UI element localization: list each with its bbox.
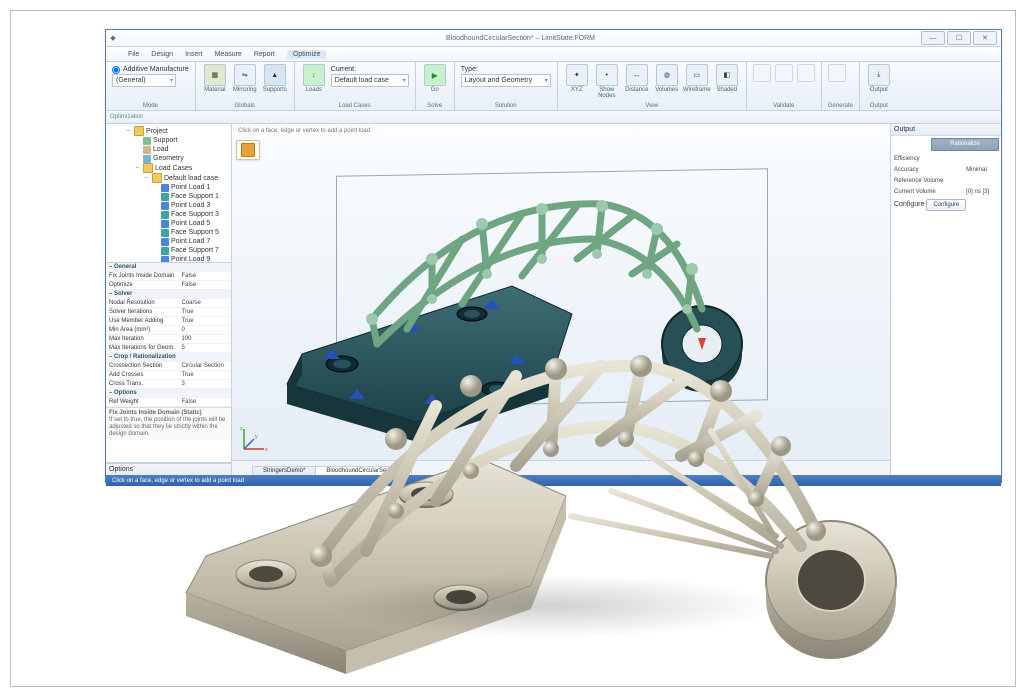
ribbon-group-loadcases: ↓Loads Current: Default load case Load C… (295, 62, 416, 110)
material-button[interactable]: ▦Material (202, 64, 228, 93)
menu-optimize[interactable]: Optimize (287, 50, 327, 59)
ribbon-group-mode: Additive Manufacture (General) Mode (106, 62, 196, 110)
property-description: Fix Joints Inside Domain (Static) If set… (106, 407, 231, 440)
view-wire-button[interactable]: ▭Wireframe (684, 64, 710, 93)
ribbon-group-solve: ▸Go Solve (416, 62, 455, 110)
tab-bloodhound[interactable]: BloodhoundCircularSection* (315, 466, 412, 475)
solution-type-dropdown[interactable]: Layout and Geometry (461, 74, 551, 87)
project-tree[interactable]: –Project SupportLoadGeometry–Load Cases–… (106, 124, 231, 262)
tab-stringers[interactable]: StringersDemo* (252, 466, 316, 475)
window-title: BloodhoundCircularSection* – LimitState:… (120, 35, 921, 42)
ribbon-group-generate: Generate (822, 62, 860, 110)
menu-design[interactable]: Design (151, 51, 173, 58)
output-button[interactable]: ⤓Output (866, 64, 892, 93)
axes-triad-icon: x z y (238, 425, 268, 455)
minimize-button[interactable]: — (921, 31, 945, 45)
mode-radio[interactable] (112, 66, 120, 74)
menu-measure[interactable]: Measure (215, 51, 242, 58)
menu-insert[interactable]: Insert (185, 51, 203, 58)
loadcase-dropdown[interactable]: Default load case (331, 74, 409, 87)
software-3d-preview (232, 144, 890, 475)
tree-item[interactable]: Support (127, 136, 231, 145)
svg-text:x: x (265, 447, 268, 453)
generate-mesh-button[interactable] (828, 64, 846, 82)
tree-item[interactable]: Geometry (127, 154, 231, 163)
menu-report[interactable]: Report (254, 51, 275, 58)
view-shaded-button[interactable]: ◧Shaded (714, 64, 740, 93)
work-area: –Project SupportLoadGeometry–Load Cases–… (106, 124, 1001, 475)
tree-item[interactable]: –Load Cases (127, 163, 231, 173)
go-button[interactable]: ▸Go (422, 64, 448, 93)
ribbon-group-globals: ▦Material ⇋Mirroring ▲Supports Globals (196, 62, 295, 110)
output-panel: Output Rationalize EfficiencyAccuracyMin… (890, 124, 1001, 475)
document-tabstrip: StringersDemo* BloodhoundCircularSection… (232, 460, 890, 475)
app-icon: ◆ (106, 34, 120, 42)
view-xyz-button[interactable]: ✦XYZ (564, 64, 590, 93)
tree-item[interactable]: Point Load 7 (145, 237, 231, 246)
viewport-hint: Click on a face, edge or vertex to add a… (238, 128, 370, 134)
ribbon: Additive Manufacture (General) Mode ▦Mat… (106, 62, 1001, 111)
view-nodes-button[interactable]: •Show Nodes (594, 64, 620, 99)
configure-button[interactable]: Configure (926, 199, 966, 211)
viewport-canvas[interactable]: Click on a face, edge or vertex to add a… (232, 124, 890, 475)
tree-item[interactable]: Point Load 3 (145, 201, 231, 210)
tree-item[interactable]: Point Load 5 (145, 219, 231, 228)
view-volumes-button[interactable]: ◍Volumes (654, 64, 680, 93)
tree-item[interactable]: Face Support 1 (145, 192, 231, 201)
title-bar: ◆ BloodhoundCircularSection* – LimitStat… (106, 30, 1001, 47)
view-distance-button[interactable]: ↔Distance (624, 64, 650, 93)
ribbon-group-validate: Validate (747, 62, 822, 110)
menu-file[interactable]: File (128, 51, 139, 58)
output-title: Output (891, 124, 1001, 136)
close-button[interactable]: ✕ (973, 31, 997, 45)
ribbon-group-view: ✦XYZ •Show Nodes ↔Distance ◍Volumes ▭Wir… (558, 62, 747, 110)
validate-meshes-button[interactable] (797, 64, 815, 82)
mirroring-button[interactable]: ⇋Mirroring (232, 64, 258, 93)
svg-text:z: z (240, 426, 243, 432)
optimization-panel-label: Optimization (110, 114, 143, 120)
options-panel-title[interactable]: Options (106, 463, 231, 475)
tree-item[interactable]: Face Support 3 (145, 210, 231, 219)
rationalize-strip[interactable]: Rationalize (931, 138, 999, 151)
configure-label: Configure (894, 201, 924, 208)
loads-button[interactable]: ↓Loads (301, 64, 327, 93)
left-column: –Project SupportLoadGeometry–Load Cases–… (106, 124, 232, 475)
properties-panel: – GeneralFix Joints Inside DomainFalseOp… (106, 263, 231, 463)
maximize-button[interactable]: ☐ (947, 31, 971, 45)
tree-item[interactable]: Point Load 1 (145, 183, 231, 192)
tree-item[interactable]: Face Support 7 (145, 246, 231, 255)
tree-item[interactable]: Face Support 5 (145, 228, 231, 237)
app-window: ◆ BloodhoundCircularSection* – LimitStat… (105, 29, 1002, 483)
validate-refine-button[interactable] (753, 64, 771, 82)
menu-bar: File Design Insert Measure Report Optimi… (106, 47, 1001, 62)
tree-item[interactable]: Load (127, 145, 231, 154)
svg-text:y: y (255, 434, 258, 440)
supports-button[interactable]: ▲Supports (262, 64, 288, 93)
output-table: EfficiencyAccuracyMinimalReference Volum… (891, 153, 1001, 197)
outer-frame: ◆ BloodhoundCircularSection* – LimitStat… (10, 10, 1016, 687)
tree-item[interactable]: Point Load 9 (145, 255, 231, 262)
ribbon-group-output: ⤓Output Output (860, 62, 898, 110)
properties-table[interactable]: – GeneralFix Joints Inside DomainFalseOp… (106, 263, 231, 407)
tree-item[interactable]: –Default load case (136, 173, 231, 183)
panel-header-bar: Optimization (106, 111, 1001, 124)
project-tree-panel: –Project SupportLoadGeometry–Load Cases–… (106, 124, 231, 263)
validate-planes-button[interactable] (775, 64, 793, 82)
ribbon-group-solution: Type: Layout and Geometry Solution (455, 62, 558, 110)
mode-dropdown[interactable]: (General) (112, 74, 176, 87)
status-bar: Click on a face, edge or vertex to add a… (106, 475, 1001, 486)
